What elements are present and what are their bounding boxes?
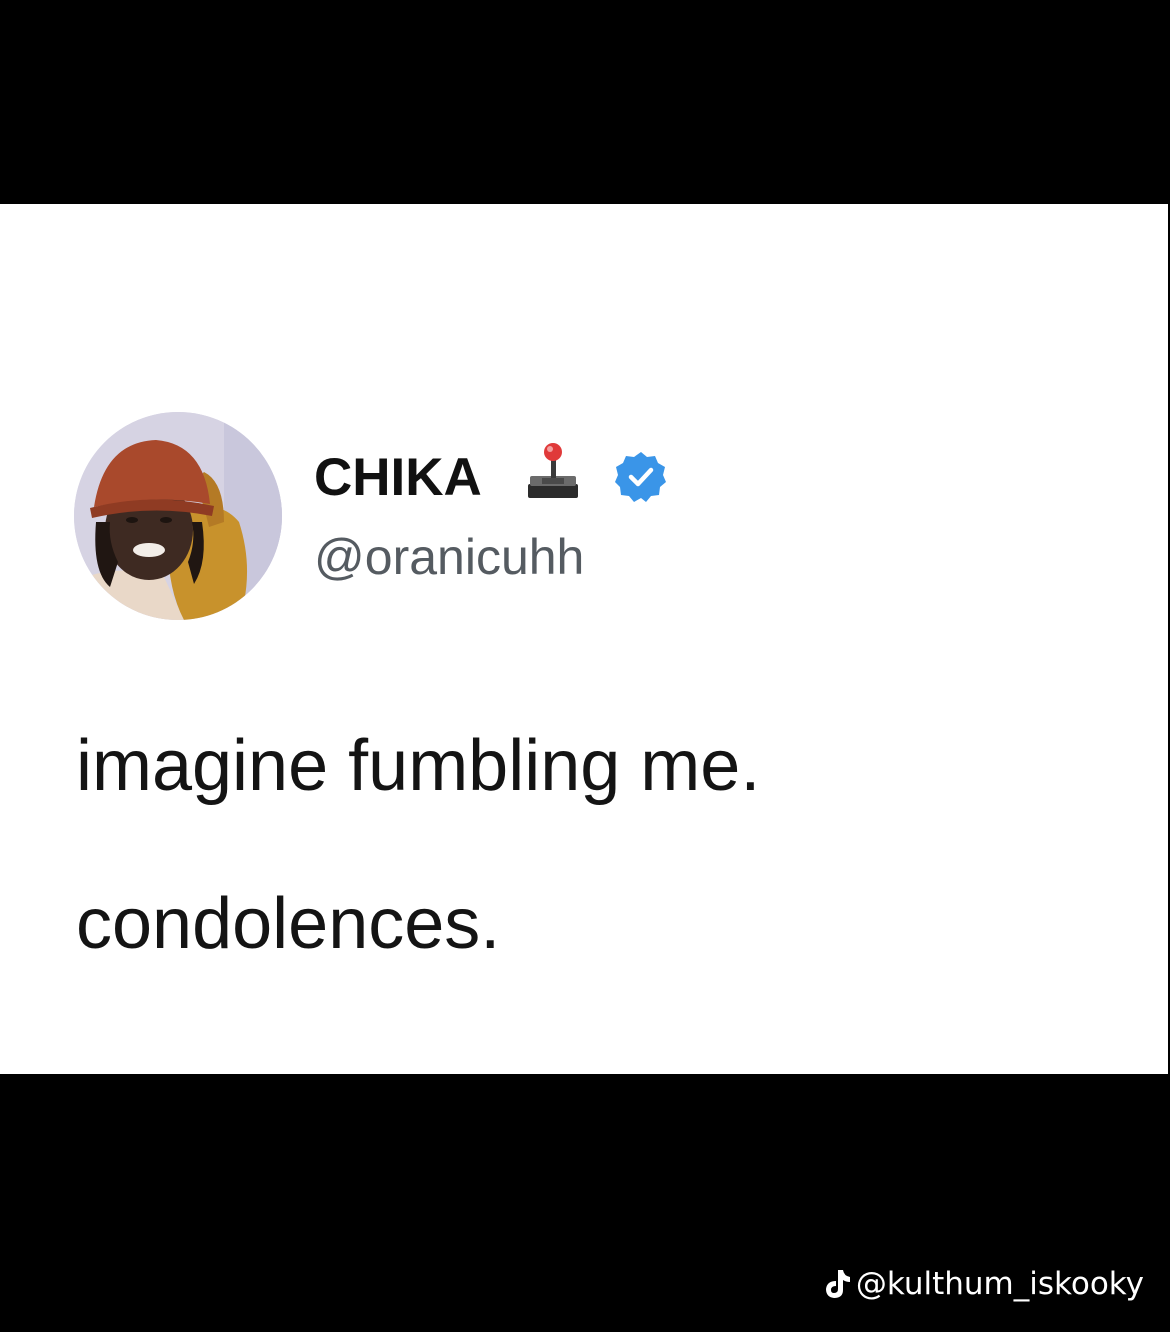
joystick-icon xyxy=(522,440,584,502)
tiktok-icon xyxy=(825,1270,850,1298)
author-handle[interactable]: @oranicuhh xyxy=(314,528,584,586)
tweet-text-line: condolences. xyxy=(76,884,501,964)
verified-badge-icon xyxy=(614,450,668,504)
author-display-name[interactable]: CHIKA xyxy=(314,448,482,508)
avatar[interactable] xyxy=(74,412,282,620)
avatar-image xyxy=(74,412,282,620)
tiktok-watermark: @kulthum_iskooky xyxy=(822,1266,1144,1302)
video-frame: CHIKA @oranicuhh imagine fumbling me. co… xyxy=(0,0,1170,1332)
watermark-username: @kulthum_iskooky xyxy=(855,1266,1144,1302)
top-letterbox-bar xyxy=(0,0,1170,204)
tweet-text-line: imagine fumbling me. xyxy=(76,726,761,806)
